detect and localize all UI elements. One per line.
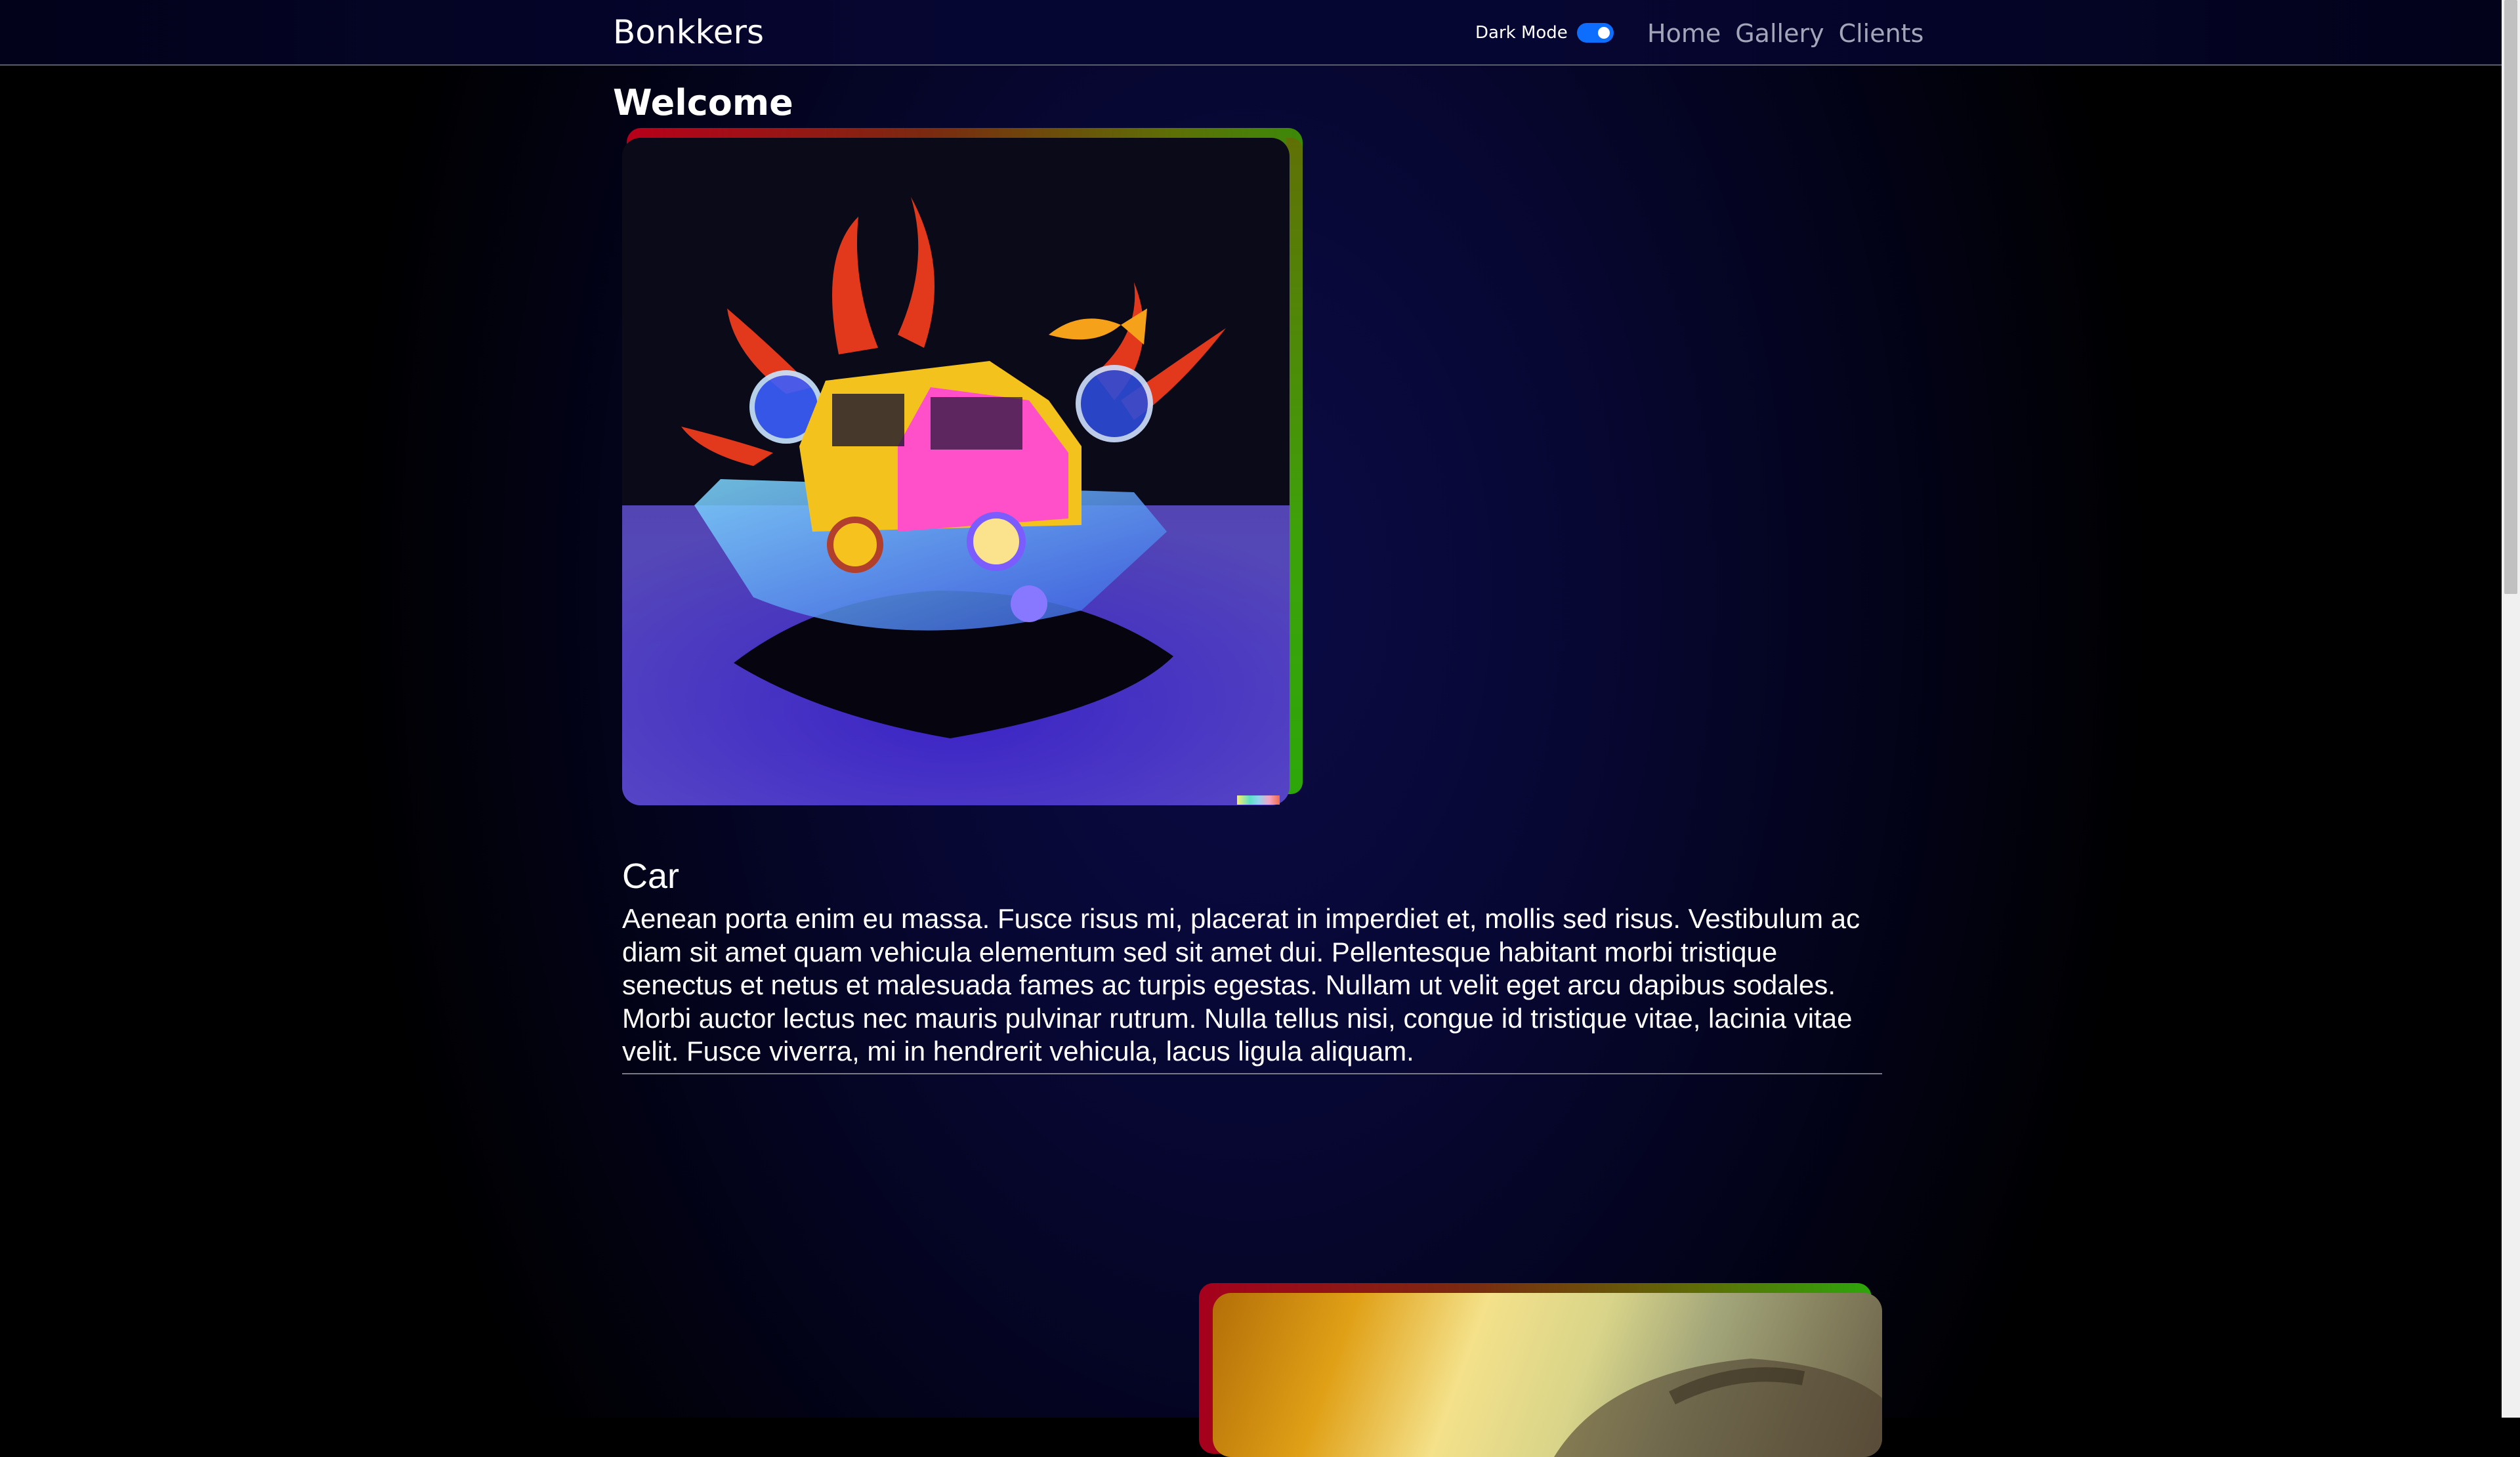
nav-links: Home Gallery Clients — [1647, 14, 1938, 53]
section-divider — [622, 1073, 1882, 1074]
page-title: Welcome — [613, 82, 793, 123]
dark-mode-label: Dark Mode — [1475, 23, 1568, 43]
brand-logo-link[interactable]: Bonkkers — [613, 9, 764, 55]
car-artwork-image[interactable] — [622, 138, 1290, 805]
card-title: Car — [622, 856, 680, 896]
navbar: Bonkkers Dark Mode Home Gallery Clients — [0, 0, 2502, 66]
dark-mode-toggle[interactable] — [1576, 23, 1614, 43]
nav-link-gallery[interactable]: Gallery — [1735, 14, 1824, 53]
card-description: Aenean porta enim eu massa. Fusce risus … — [622, 903, 1860, 1066]
scrollbar-thumb[interactable] — [2504, 0, 2517, 594]
nav-link-clients[interactable]: Clients — [1839, 14, 1924, 53]
nav-link-home[interactable]: Home — [1647, 14, 1721, 53]
color-strip-accent — [1237, 795, 1280, 805]
gallery-image-2[interactable] — [1213, 1293, 1882, 1457]
toggle-knob — [1597, 27, 1610, 39]
dark-mode-control: Dark Mode — [1475, 20, 1614, 46]
